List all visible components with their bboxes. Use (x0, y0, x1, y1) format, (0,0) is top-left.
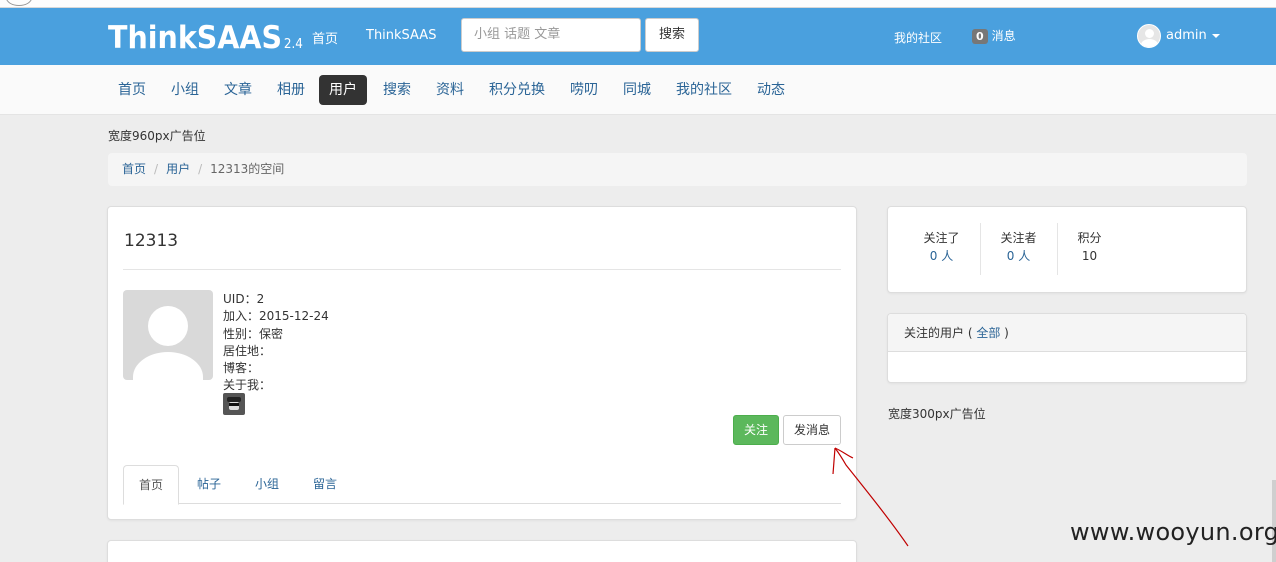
followed-users-title: 关注的用户 (904, 326, 965, 340)
stat-following[interactable]: 关注了 0 人 (903, 229, 980, 265)
top-navbar: ThinkSAAS 2.4 首页 ThinkSAAS 小组 话题 文章 搜索 我的… (0, 8, 1276, 65)
profile-avatar (123, 290, 213, 380)
site-logo[interactable]: ThinkSAAS 2.4 (108, 20, 303, 56)
search-input[interactable]: 小组 话题 文章 (461, 18, 641, 52)
tab-edge (6, 0, 32, 6)
user-avatar-icon[interactable] (1137, 24, 1161, 48)
tab-groups[interactable]: 小组 (240, 465, 294, 504)
message-count-badge: 0 (972, 29, 988, 44)
profile-gender: 性别：保密 (223, 326, 284, 341)
followed-users-panel: 关注的用户 ( 全部 ) (887, 313, 1247, 383)
profile-panel: 12313 UID：2 加入：2015-12-24 性别：保密 居住地： 博客：… (107, 206, 857, 520)
subnav-search[interactable]: 搜索 (373, 75, 421, 105)
browser-top-strip (0, 0, 1276, 8)
spy-badge-icon (223, 393, 245, 415)
stats-panel: 关注了 0 人 关注者 0 人 积分 10 (887, 206, 1247, 293)
send-message-button[interactable]: 发消息 (783, 415, 841, 445)
follow-button[interactable]: 关注 (733, 415, 779, 445)
subnav-users[interactable]: 用户 (319, 75, 367, 105)
ad-slot-300: 宽度300px广告位 (888, 407, 986, 421)
stat-followers-label: 关注者 (1000, 231, 1037, 245)
search-button[interactable]: 搜索 (645, 18, 699, 52)
nav-link-home[interactable]: 首页 (312, 28, 338, 47)
subnav-my-community[interactable]: 我的社区 (666, 75, 742, 105)
subnav-points-exchange[interactable]: 积分兑换 (479, 75, 555, 105)
tab-home[interactable]: 首页 (123, 465, 180, 505)
breadcrumb-separator: / (154, 162, 159, 176)
divider (123, 269, 841, 270)
stat-followers-value[interactable]: 0 人 (980, 247, 1057, 265)
logo-version: 2.4 (283, 37, 303, 52)
tab-posts[interactable]: 帖子 (182, 465, 236, 504)
profile-info: UID：2 加入：2015-12-24 性别：保密 居住地： 博客： 关于我： (223, 291, 329, 395)
breadcrumb-users[interactable]: 用户 (166, 162, 190, 176)
subnav-same-city[interactable]: 同城 (613, 75, 661, 105)
profile-name: 12313 (124, 231, 179, 251)
stat-followers[interactable]: 关注者 0 人 (980, 229, 1057, 265)
subnav-groups[interactable]: 小组 (161, 75, 209, 105)
breadcrumb-separator: / (198, 162, 203, 176)
messages-link[interactable]: 0 消息 (972, 27, 1016, 44)
content-panel (107, 540, 857, 562)
breadcrumb-current: 12313的空间 (210, 162, 285, 176)
username: admin (1166, 28, 1207, 43)
ad-slot-960: 宽度960px广告位 (108, 129, 206, 143)
watermark: www.wooyun.org (1070, 518, 1276, 546)
profile-blog: 博客： (223, 361, 260, 376)
subnav-activity[interactable]: 动态 (747, 75, 795, 105)
profile-residence: 居住地： (223, 343, 272, 358)
followed-users-all-link[interactable]: 全部 (976, 326, 1000, 340)
subnav-chatter[interactable]: 唠叨 (560, 75, 608, 105)
breadcrumb: 首页 / 用户 / 12313的空间 (108, 153, 1247, 186)
nav-link-thinksaas[interactable]: ThinkSAAS (366, 28, 436, 43)
stat-points: 积分 10 (1051, 229, 1128, 265)
followed-users-header: 关注的用户 ( 全部 ) (888, 314, 1246, 352)
sub-navigation: 首页 小组 文章 相册 用户 搜索 资料 积分兑换 唠叨 同城 我的社区 动态 (0, 65, 1276, 115)
profile-uid: UID：2 (223, 292, 265, 306)
profile-joined: 加入：2015-12-24 (223, 309, 329, 324)
breadcrumb-home[interactable]: 首页 (122, 162, 146, 176)
stat-points-label: 积分 (1077, 231, 1102, 245)
caret-down-icon (1211, 33, 1220, 38)
subnav-home[interactable]: 首页 (108, 75, 156, 105)
subnav-profile[interactable]: 资料 (426, 75, 474, 105)
tab-guestbook[interactable]: 留言 (298, 465, 352, 504)
stat-following-label: 关注了 (923, 231, 960, 245)
subnav-articles[interactable]: 文章 (214, 75, 262, 105)
my-community-link[interactable]: 我的社区 (894, 29, 942, 46)
messages-label: 消息 (991, 29, 1016, 43)
logo-text: ThinkSAAS (108, 20, 283, 56)
stat-points-value: 10 (1081, 249, 1098, 263)
subnav-albums[interactable]: 相册 (267, 75, 315, 105)
stat-following-value[interactable]: 0 人 (903, 247, 980, 265)
user-menu[interactable]: admin (1166, 28, 1220, 43)
profile-tabs: 首页 帖子 小组 留言 (123, 465, 841, 505)
